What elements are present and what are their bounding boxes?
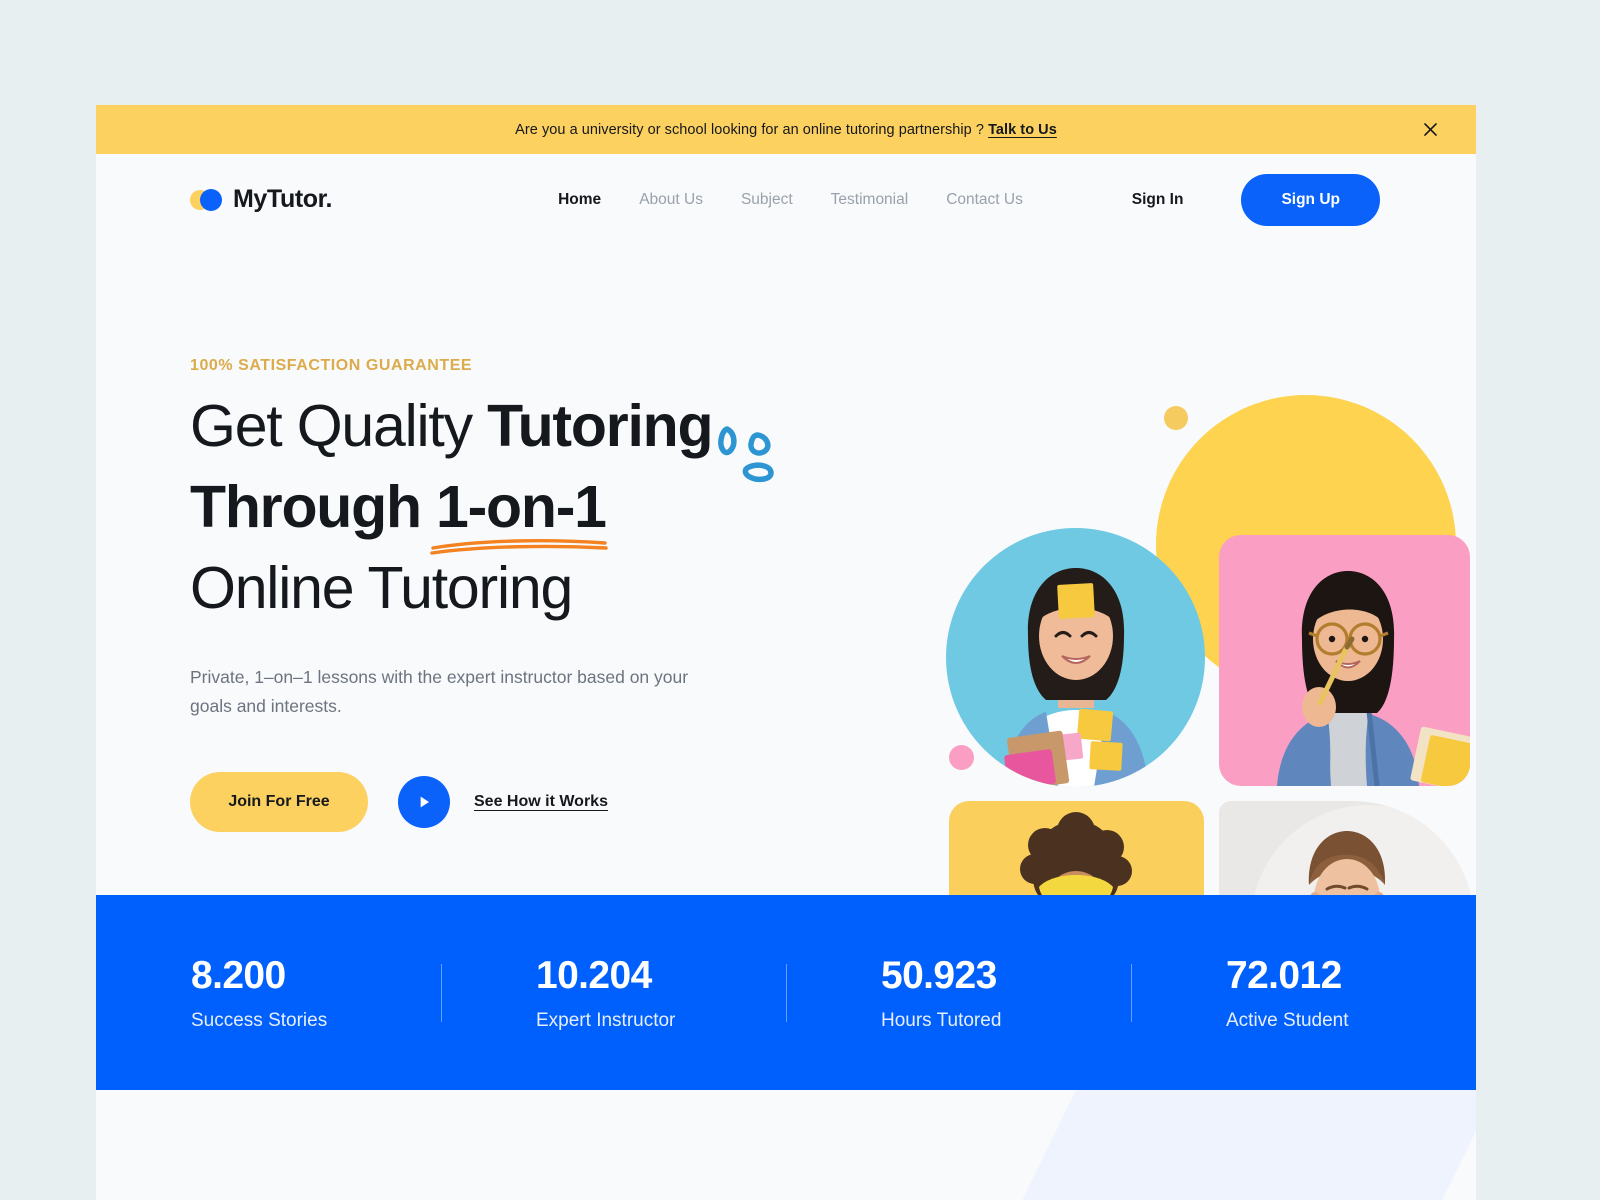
talk-to-us-link[interactable]: Talk to Us xyxy=(988,122,1057,138)
nav-item-home[interactable]: Home xyxy=(558,191,601,209)
banner-message: Are you a university or school looking f… xyxy=(515,122,1057,138)
stat-success-stories: 8.200 Success Stories xyxy=(96,956,441,1030)
brand-logo[interactable]: MyTutor. xyxy=(190,185,333,214)
play-icon[interactable] xyxy=(398,775,450,828)
join-for-free-button[interactable]: Join For Free xyxy=(190,771,368,832)
headline-line-1-bold: Tutoring xyxy=(487,393,713,459)
stat-value: 72.012 xyxy=(1226,953,1342,997)
main-navigation: MyTutor. Home About Us Subject Testimoni… xyxy=(96,154,1476,245)
hero-section: 100% SATISFACTION GUARANTEE Get Quality … xyxy=(96,245,1476,1046)
stat-value: 8.200 xyxy=(191,953,286,997)
photo-student-pencil-glasses xyxy=(1219,535,1470,786)
hero-photo-collage xyxy=(756,245,1476,1046)
stat-value: 10.204 xyxy=(536,953,652,997)
stat-value: 50.923 xyxy=(881,953,997,997)
close-icon[interactable] xyxy=(1419,119,1441,141)
see-how-it-works-link[interactable]: See How it Works xyxy=(474,793,608,811)
photo-student-sticky-notes xyxy=(946,528,1205,787)
stat-active-student: 72.012 Active Student xyxy=(1131,956,1476,1030)
photo-2-illustration xyxy=(1219,535,1470,786)
footer-strip xyxy=(96,1090,1476,1200)
hero-eyebrow: 100% SATISFACTION GUARANTEE xyxy=(190,357,473,374)
headline-line-3: Online Tutoring xyxy=(190,559,810,618)
hero-copy: 100% SATISFACTION GUARANTEE Get Quality … xyxy=(190,357,810,832)
stat-hours-tutored: 50.923 Hours Tutored xyxy=(786,956,1131,1030)
stat-label: Expert Instructor xyxy=(536,1009,676,1031)
nav-menu: Home About Us Subject Testimonial Contac… xyxy=(558,191,1023,209)
stat-label: Active Student xyxy=(1226,1009,1349,1031)
headline-line-3-light: Online Tutoring xyxy=(190,555,573,621)
headline-line-2-underlined: 1-on-1 xyxy=(436,474,607,540)
hero-subtitle: Private, 1–on–1 lessons with the expert … xyxy=(190,667,689,717)
nav-item-contact-us[interactable]: Contact Us xyxy=(946,191,1023,209)
photo-1-illustration xyxy=(946,528,1205,787)
headline-line-1-light: Get Quality xyxy=(190,393,488,459)
landing-page-card: Are you a university or school looking f… xyxy=(96,105,1476,1200)
footer-diagonal-accent xyxy=(1012,1090,1476,1200)
nav-item-subject[interactable]: Subject xyxy=(741,191,793,209)
banner-message-text: Are you a university or school looking f… xyxy=(515,121,984,138)
nav-item-about-us[interactable]: About Us xyxy=(639,191,703,209)
announcement-banner: Are you a university or school looking f… xyxy=(96,105,1476,154)
sign-in-link[interactable]: Sign In xyxy=(1132,191,1184,209)
mytutor-logo-icon xyxy=(190,188,223,211)
stat-expert-instructor: 10.204 Expert Instructor xyxy=(441,956,786,1030)
brand-name: MyTutor. xyxy=(233,185,333,213)
headline-line-2: Through 1-on-1 xyxy=(190,478,810,555)
nav-item-testimonial[interactable]: Testimonial xyxy=(831,191,909,209)
stat-label: Success Stories xyxy=(191,1009,328,1031)
hand-drawn-underline-icon xyxy=(430,539,608,555)
stat-label: Hours Tutored xyxy=(881,1009,1002,1031)
hero-headline: Get Quality Tutoring Through 1-on-1 Onli… xyxy=(190,397,810,618)
nav-actions: Sign In Sign Up xyxy=(1132,173,1380,226)
sign-up-button[interactable]: Sign Up xyxy=(1241,173,1380,226)
headline-underlined-phrase-wrap: 1-on-1 xyxy=(430,478,608,555)
headline-line-2-prefix: Through xyxy=(190,474,436,540)
hero-cta-row: Join For Free See How it Works xyxy=(190,771,810,832)
logo-circle-blue xyxy=(200,188,222,211)
stats-bar: 8.200 Success Stories 10.204 Expert Inst… xyxy=(96,895,1476,1090)
dot-yellow-small xyxy=(1164,406,1188,430)
